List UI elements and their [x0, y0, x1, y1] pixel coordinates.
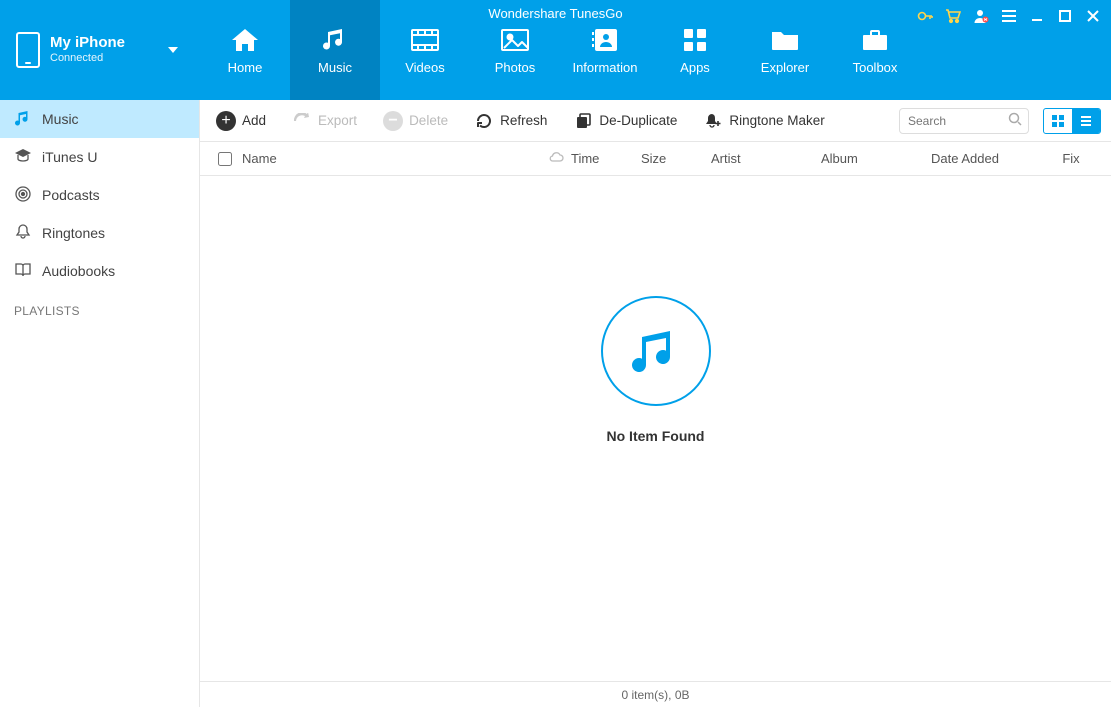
duplicate-icon	[573, 111, 593, 131]
cloud-icon[interactable]	[541, 151, 571, 166]
app-window: { "app": { "title": "Wondershare TunesGo…	[0, 0, 1111, 707]
tab-label: Apps	[680, 60, 710, 75]
user-alert-icon[interactable]	[973, 8, 989, 24]
graduation-icon	[14, 147, 32, 168]
sidebar-item-podcasts[interactable]: Podcasts	[0, 176, 199, 214]
sidebar-item-music[interactable]: Music	[0, 100, 199, 138]
export-button[interactable]: Export	[286, 107, 363, 135]
columns-header: Name Time Size Artist Album Date Added F…	[200, 142, 1111, 176]
tab-label: Information	[572, 60, 637, 75]
main-panel: + Add Export − Delete Refresh De-Du	[200, 100, 1111, 707]
device-selector[interactable]: My iPhone Connected	[0, 0, 200, 100]
sidebar-item-audiobooks[interactable]: Audiobooks	[0, 252, 199, 290]
status-bar: 0 item(s), 0B	[200, 681, 1111, 707]
music-icon	[320, 26, 350, 54]
sidebar-item-label: iTunes U	[42, 149, 98, 165]
sidebar-item-label: Podcasts	[42, 187, 100, 203]
tab-home[interactable]: Home	[200, 0, 290, 100]
sidebar-heading-playlists: PLAYLISTS	[0, 290, 199, 324]
tab-apps[interactable]: Apps	[650, 0, 740, 100]
header: My iPhone Connected Home Music	[0, 0, 1111, 100]
tab-toolbox[interactable]: Toolbox	[830, 0, 920, 100]
empty-message: No Item Found	[607, 428, 705, 444]
button-label: Ringtone Maker	[729, 113, 824, 128]
bell-plus-icon	[703, 111, 723, 131]
home-icon	[230, 26, 260, 54]
search-box[interactable]	[899, 108, 1029, 134]
device-name: My iPhone	[50, 34, 125, 52]
film-icon	[410, 26, 440, 54]
briefcase-icon	[860, 26, 890, 54]
tab-label: Home	[228, 60, 263, 75]
minus-icon: −	[383, 111, 403, 131]
ringtone-maker-button[interactable]: Ringtone Maker	[697, 107, 830, 135]
status-text: 0 item(s), 0B	[621, 688, 689, 702]
contacts-icon	[590, 26, 620, 54]
sidebar: Music iTunes U Podcasts Ringtones Audiob…	[0, 100, 200, 707]
window-controls	[917, 8, 1101, 24]
col-artist[interactable]: Artist	[711, 151, 821, 166]
music-note-icon	[14, 109, 32, 130]
tab-photos[interactable]: Photos	[470, 0, 560, 100]
phone-icon	[16, 32, 40, 68]
button-label: De-Duplicate	[599, 113, 677, 128]
image-icon	[500, 26, 530, 54]
export-icon	[292, 111, 312, 131]
close-button[interactable]	[1085, 8, 1101, 24]
search-input[interactable]	[906, 113, 1008, 129]
sidebar-item-label: Audiobooks	[42, 263, 115, 279]
col-name[interactable]: Name	[238, 151, 541, 166]
key-icon[interactable]	[917, 8, 933, 24]
plus-icon: +	[216, 111, 236, 131]
book-icon	[14, 261, 32, 282]
col-album[interactable]: Album	[821, 151, 931, 166]
empty-state: No Item Found	[200, 176, 1111, 681]
select-all-checkbox[interactable]	[210, 149, 238, 169]
tab-label: Toolbox	[853, 60, 898, 75]
sidebar-item-itunesu[interactable]: iTunes U	[0, 138, 199, 176]
tab-label: Explorer	[761, 60, 809, 75]
button-label: Export	[318, 113, 357, 128]
sidebar-item-label: Music	[42, 111, 79, 127]
col-fix[interactable]: Fix	[1041, 151, 1101, 166]
view-toggle	[1043, 108, 1101, 134]
delete-button[interactable]: − Delete	[377, 107, 454, 135]
empty-music-icon	[601, 296, 711, 406]
search-icon	[1008, 112, 1022, 129]
tab-explorer[interactable]: Explorer	[740, 0, 830, 100]
tab-label: Videos	[405, 60, 445, 75]
tab-label: Music	[318, 60, 352, 75]
body: Music iTunes U Podcasts Ringtones Audiob…	[0, 100, 1111, 707]
chevron-down-icon[interactable]	[167, 43, 179, 58]
refresh-button[interactable]: Refresh	[468, 107, 553, 135]
button-label: Refresh	[500, 113, 547, 128]
button-label: Delete	[409, 113, 448, 128]
menu-icon[interactable]	[1001, 8, 1017, 24]
col-size[interactable]: Size	[641, 151, 711, 166]
view-list-button[interactable]	[1072, 109, 1100, 133]
device-status: Connected	[50, 52, 125, 65]
sidebar-item-ringtones[interactable]: Ringtones	[0, 214, 199, 252]
add-button[interactable]: + Add	[210, 107, 272, 135]
bell-icon	[14, 223, 32, 244]
device-text: My iPhone Connected	[50, 34, 125, 65]
tab-music[interactable]: Music	[290, 0, 380, 100]
view-grid-button[interactable]	[1044, 109, 1072, 133]
refresh-icon	[474, 111, 494, 131]
col-time[interactable]: Time	[571, 151, 641, 166]
tab-information[interactable]: Information	[560, 0, 650, 100]
toolbar: + Add Export − Delete Refresh De-Du	[200, 100, 1111, 142]
button-label: Add	[242, 113, 266, 128]
sidebar-item-label: Ringtones	[42, 225, 105, 241]
folder-icon	[770, 26, 800, 54]
tab-videos[interactable]: Videos	[380, 0, 470, 100]
cart-icon[interactable]	[945, 8, 961, 24]
grid-icon	[680, 26, 710, 54]
tab-label: Photos	[495, 60, 535, 75]
col-date-added[interactable]: Date Added	[931, 151, 1041, 166]
podcast-icon	[14, 185, 32, 206]
deduplicate-button[interactable]: De-Duplicate	[567, 107, 683, 135]
minimize-button[interactable]	[1029, 8, 1045, 24]
maximize-button[interactable]	[1057, 8, 1073, 24]
